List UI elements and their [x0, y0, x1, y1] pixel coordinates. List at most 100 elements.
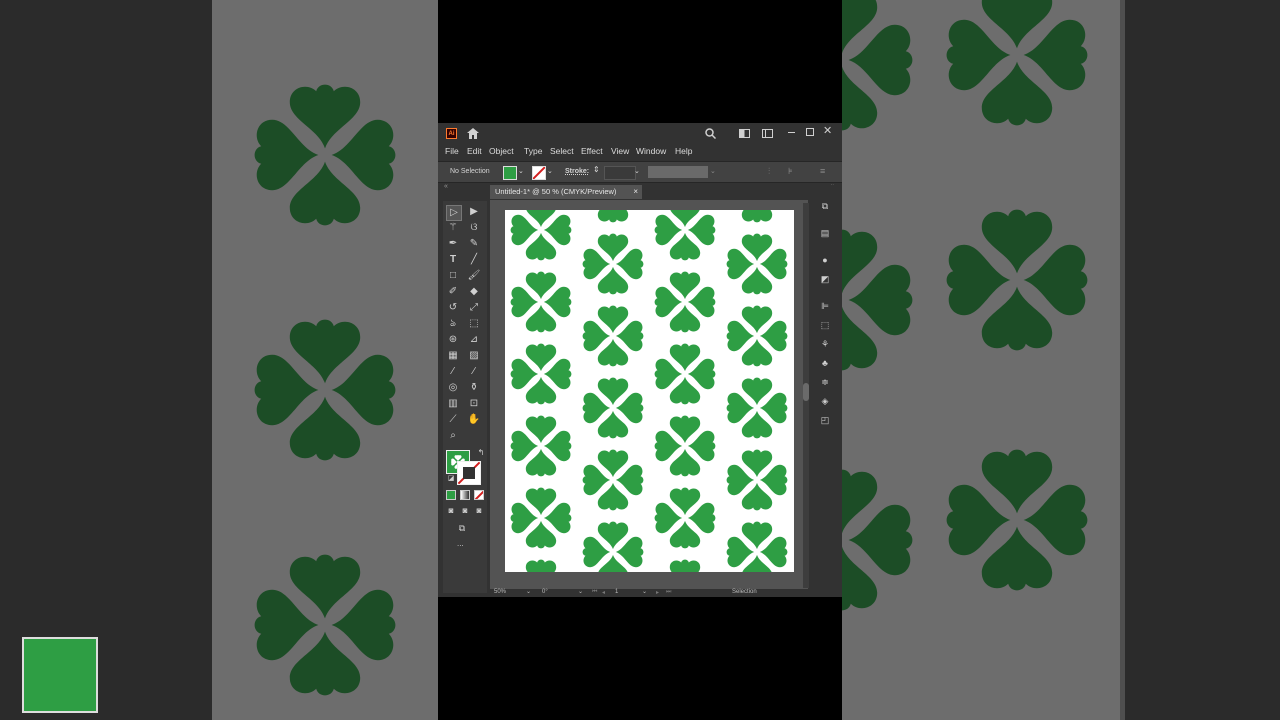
stroke-swatch[interactable] [457, 461, 481, 485]
column-graph-tool-icon[interactable]: ▥ [446, 397, 460, 411]
chevron-down-icon[interactable]: ⌄ [578, 588, 583, 595]
search-icon[interactable] [705, 128, 716, 139]
artboards-icon[interactable]: ◰ [819, 414, 831, 426]
menu-type[interactable]: Type [524, 146, 542, 156]
variable-width-profile[interactable] [648, 166, 708, 178]
direct-selection-tool-icon[interactable]: ▶ [467, 205, 481, 219]
align-icon[interactable]: ⫶ [768, 166, 770, 177]
close-document-icon[interactable]: × [633, 185, 638, 199]
arrange-documents-icon[interactable] [739, 129, 750, 138]
collapse-panel-icon[interactable]: « [444, 183, 448, 190]
eraser-tool-icon[interactable]: ◆ [467, 285, 481, 299]
first-artboard-icon[interactable]: ⏮ [592, 589, 597, 596]
default-colors-icon[interactable]: ◪ [444, 472, 458, 486]
menu-view[interactable]: View [611, 146, 629, 156]
close-icon[interactable]: ✕ [823, 124, 832, 137]
zoom-tool-icon[interactable]: ⌕ [446, 429, 460, 443]
brushes-icon[interactable]: ⚘ [819, 338, 831, 350]
menu-edit[interactable]: Edit [467, 146, 482, 156]
paintbrush-tool-icon[interactable]: 🖌 [467, 269, 481, 283]
properties-icon[interactable]: ⧉ [819, 200, 831, 212]
scrollbar-thumb[interactable] [803, 383, 809, 401]
swap-fill-stroke-icon[interactable]: ↰ [474, 446, 488, 460]
menu-effect[interactable]: Effect [581, 146, 603, 156]
chevron-down-icon[interactable]: ⌄ [547, 167, 553, 175]
chevron-down-icon[interactable]: ⌄ [518, 167, 524, 175]
selection-status: No Selection [450, 168, 490, 175]
slice-tool-icon[interactable]: ⟋ [446, 413, 460, 427]
perspective-grid-tool-icon[interactable]: ⊿ [467, 333, 481, 347]
gradient-tool-icon[interactable]: ▨ [467, 349, 481, 363]
symbols-icon[interactable]: ♣ [819, 357, 831, 369]
artboard-number[interactable]: 1 [615, 589, 618, 595]
chevron-down-icon[interactable]: ⌄ [634, 167, 640, 175]
chevron-down-icon[interactable]: ⌄ [710, 167, 716, 175]
menu-select[interactable]: Select [550, 146, 574, 156]
panel-menu-icon[interactable]: ≡ [820, 166, 825, 176]
clover-shape [654, 210, 716, 261]
libraries-icon[interactable]: ▤ [819, 227, 831, 239]
free-transform-tool-icon[interactable]: ⬚ [467, 317, 481, 331]
last-artboard-icon[interactable]: ⏭ [666, 589, 671, 596]
stepper-icon[interactable]: ⇕ [593, 165, 600, 174]
none-mode-icon[interactable] [474, 490, 484, 500]
stroke-weight-field[interactable] [604, 166, 636, 180]
layers-icon[interactable]: ◈ [819, 395, 831, 407]
artboard[interactable] [505, 210, 794, 572]
properties-sliders-icon[interactable]: ≑ [819, 376, 831, 388]
menu-window[interactable]: Window [636, 146, 666, 156]
clover-shape [510, 487, 572, 549]
color-icon[interactable]: ● [819, 254, 831, 266]
menu-file[interactable]: File [445, 146, 459, 156]
draw-behind-icon[interactable]: ◙ [458, 504, 472, 518]
hand-tool-icon[interactable]: ✋ [467, 413, 481, 427]
shaper-tool-icon[interactable]: ✐ [446, 285, 460, 299]
color-mode-icon[interactable] [446, 490, 456, 500]
transform-panel-icon[interactable]: ⬚ [819, 319, 831, 331]
vertical-scrollbar[interactable] [803, 203, 809, 588]
maximize-icon[interactable] [806, 128, 814, 136]
mesh-tool-icon[interactable]: ▦ [446, 349, 460, 363]
transform-icon[interactable]: ⊧ [788, 166, 793, 177]
menu-object[interactable]: Object [489, 146, 514, 156]
selection-tool-icon[interactable]: ▷ [446, 205, 462, 221]
curvature-tool-icon[interactable]: ✎ [467, 237, 481, 251]
color-guide-icon[interactable]: ◩ [819, 273, 831, 285]
edit-toolbar-icon[interactable]: ... [457, 539, 464, 548]
magic-wand-tool-icon[interactable]: ⚚ [446, 221, 460, 235]
minimize-icon[interactable] [788, 132, 795, 133]
artboard-tool-icon[interactable]: ⊡ [467, 397, 481, 411]
next-artboard-icon[interactable]: ▸ [656, 589, 659, 596]
lasso-tool-icon[interactable]: ଓ [467, 221, 481, 235]
measure-tool-icon[interactable]: ∕ [467, 365, 481, 379]
rectangle-tool-icon[interactable]: □ [446, 269, 460, 283]
symbol-sprayer-tool-icon[interactable]: ⚱ [467, 381, 481, 395]
previous-artboard-icon[interactable]: ◂ [602, 589, 605, 596]
scale-tool-icon[interactable]: ⤢ [467, 301, 481, 315]
home-icon[interactable] [467, 128, 479, 139]
type-tool-icon[interactable]: T [446, 253, 460, 267]
workspace-icon[interactable] [762, 129, 773, 138]
shape-builder-tool-icon[interactable]: ⊛ [446, 333, 460, 347]
draw-normal-icon[interactable]: ◙ [444, 504, 458, 518]
draw-inside-icon[interactable]: ◙ [472, 504, 486, 518]
eyedropper-tool-icon[interactable]: ⁄ [446, 365, 460, 379]
status-bar: 50% ⌄ 0° ⌄ ⏮ ◂ 1 ⌄ ▸ ⏭ Selection [490, 589, 810, 597]
rotate-tool-icon[interactable]: ↺ [446, 301, 460, 315]
warp-tool-icon[interactable]: ঌ [446, 317, 460, 331]
zoom-level[interactable]: 50% [494, 589, 506, 595]
fill-pattern-swatch[interactable] [503, 166, 517, 180]
chevron-down-icon[interactable]: ⌄ [526, 588, 531, 595]
gradient-mode-icon[interactable] [460, 490, 470, 500]
chevron-down-icon[interactable]: ⌄ [642, 588, 647, 595]
screen-mode-icon[interactable]: ⧉ [455, 521, 469, 535]
stroke-none-swatch[interactable] [532, 166, 546, 180]
line-tool-icon[interactable]: ╱ [467, 253, 481, 267]
document-tab[interactable]: Untitled-1* @ 50 % (CMYK/Preview) × [490, 185, 642, 199]
rotation-value[interactable]: 0° [542, 589, 548, 595]
stroke-label[interactable]: Stroke: [565, 168, 589, 175]
align-panel-icon[interactable]: ⊫ [819, 300, 831, 312]
menu-help[interactable]: Help [675, 146, 692, 156]
pen-tool-icon[interactable]: ✒ [446, 237, 460, 251]
blend-tool-icon[interactable]: ◎ [446, 381, 460, 395]
